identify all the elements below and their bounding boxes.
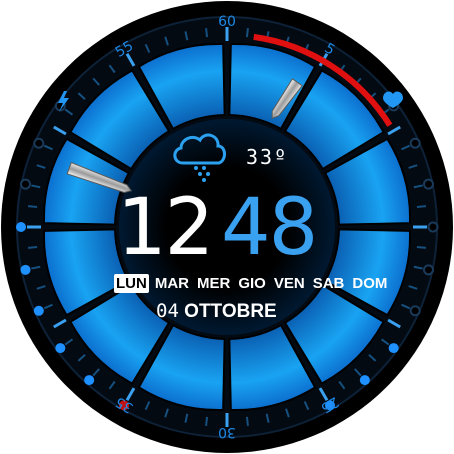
indicator-dot (427, 221, 439, 233)
weekday-mar: MAR (154, 275, 189, 292)
weekday-lun: LUN (114, 274, 149, 293)
indicator-dot (20, 264, 31, 275)
indicator-dot (84, 375, 95, 386)
indicator-dot (388, 343, 399, 354)
tick-mark (245, 416, 249, 427)
indicator-dot (422, 178, 434, 190)
indicator-dot (422, 264, 434, 276)
tick-mark (205, 416, 209, 427)
weekday-gio: GIO (238, 275, 266, 292)
indicator-dot (55, 343, 66, 354)
tick-mark (416, 245, 427, 249)
weekday-sab: SAB (312, 275, 345, 292)
dial-number-60: 60 (218, 14, 236, 30)
date-month: OTTOBRE (184, 301, 277, 322)
indicator-dot (33, 137, 45, 149)
tick-mark (416, 205, 427, 209)
indicator-dot (409, 137, 421, 149)
indicator-dot (20, 178, 32, 190)
date-day: 04 (156, 300, 179, 322)
date-line: 04 OTTOBRE (156, 300, 277, 323)
indicator-dot (16, 222, 26, 232)
tick-mark (205, 27, 209, 38)
weekday-ven: VEN (273, 275, 305, 292)
indicator-dot (409, 305, 421, 317)
indicator-dot (359, 375, 370, 386)
tick-mark (245, 27, 249, 38)
time-minute: 48 (221, 183, 318, 273)
dial-number-30: 30 (218, 424, 236, 440)
temperature: 33º (246, 145, 289, 169)
weekday-row: LUN MAR MER GIO VEN SAB DOM (114, 274, 389, 293)
tick-mark (27, 205, 38, 209)
weekday-mer: MER (197, 275, 231, 292)
tick-mark (27, 245, 38, 249)
weekday-dom: DOM (352, 275, 388, 292)
time-hour: 12 (117, 183, 214, 273)
indicator-dot (33, 305, 44, 316)
